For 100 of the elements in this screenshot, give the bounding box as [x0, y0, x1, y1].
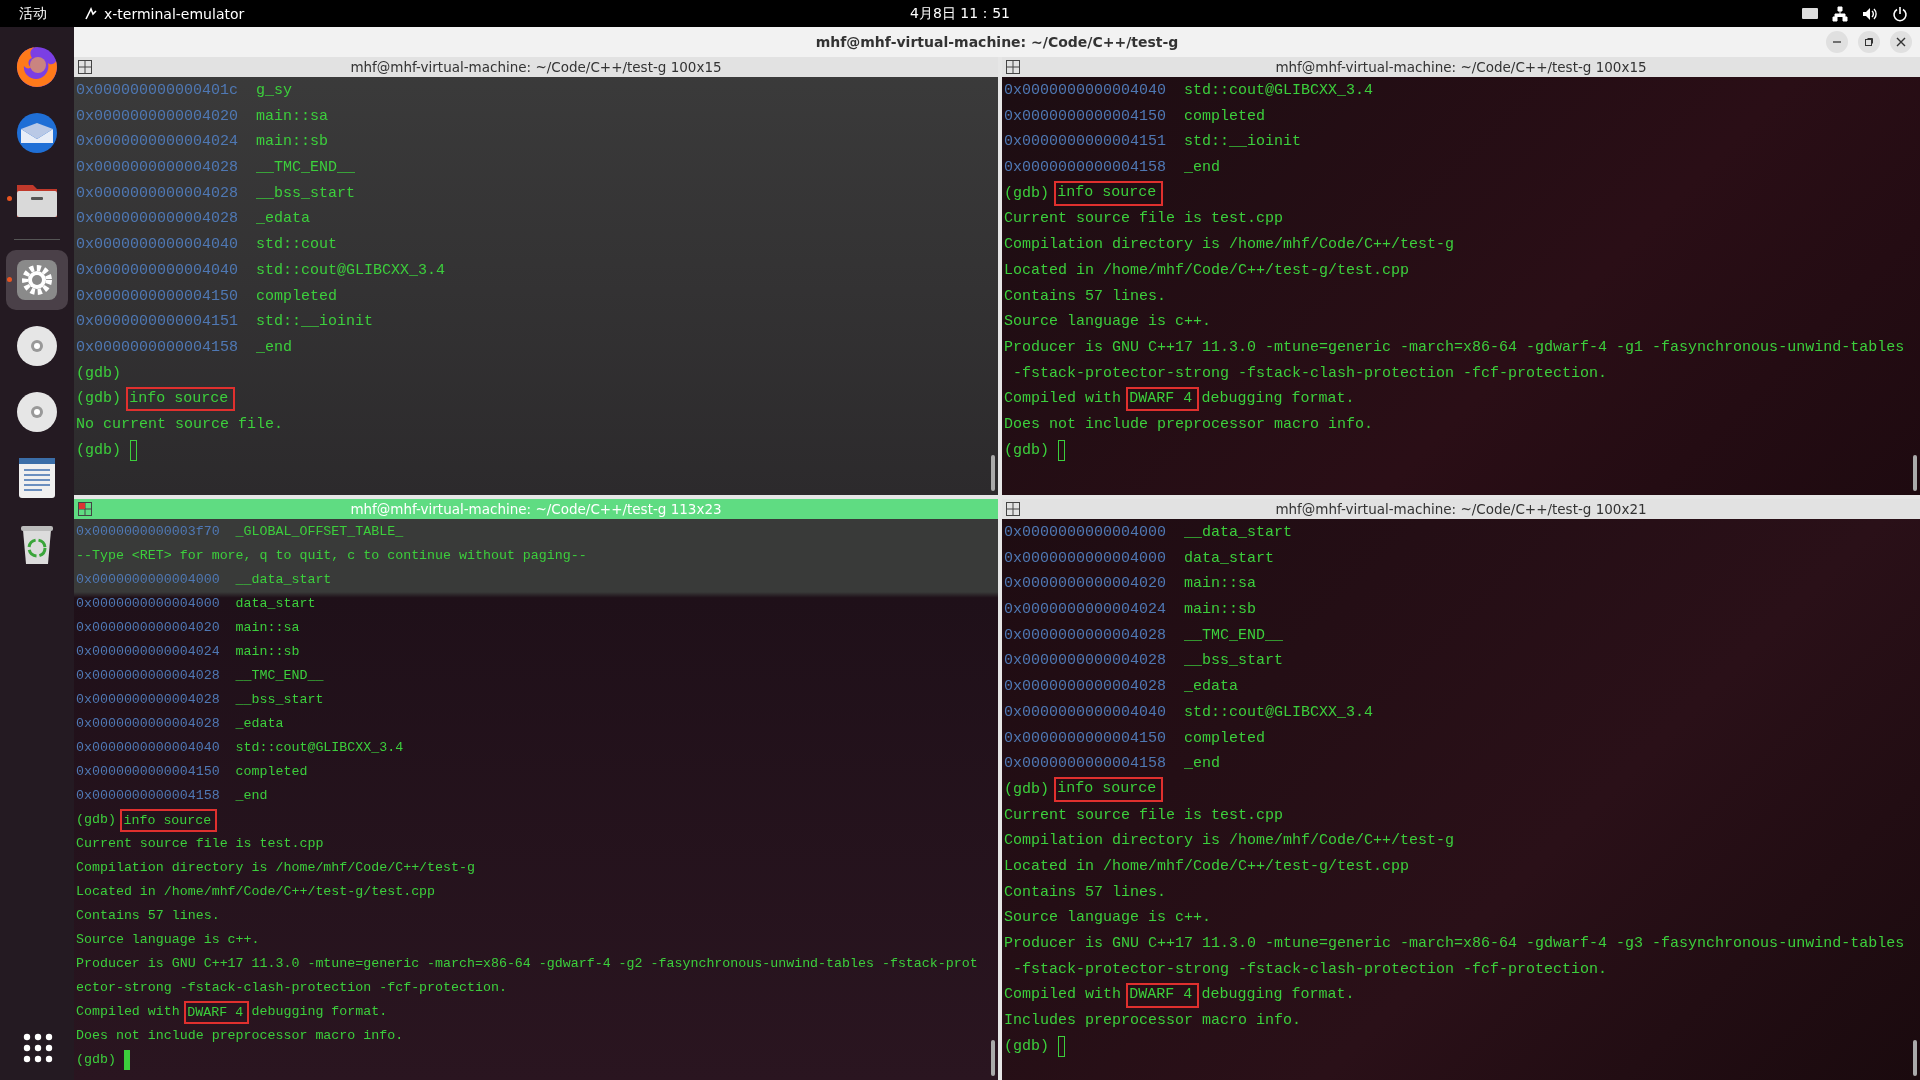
scrollbar-thumb[interactable]: [1913, 455, 1917, 491]
terminal-text: Producer is GNU C++17 11.3.0 -mtune=generic -march=x86-64 -gdwarf-4 -g1 -fasynchronous-unwind-tables: [1004, 337, 1905, 358]
symbol-name: completed: [235, 763, 308, 781]
symbol-name: __TMC_END__: [256, 158, 356, 179]
memory-address: 0x0000000000004024: [1004, 600, 1167, 621]
memory-address: 0x0000000000004028: [76, 209, 239, 230]
memory-address: 0x0000000000004151: [76, 312, 239, 333]
split-pane-icon[interactable]: [78, 60, 92, 74]
memory-address: 0x0000000000004000: [76, 595, 220, 613]
pane-title-bar[interactable]: mhf@mhf-virtual-machine: ~/Code/C++/test-g 100x21: [1002, 499, 1920, 519]
symbol-name: completed: [256, 286, 338, 307]
symbol-name: completed: [1184, 106, 1266, 127]
symbol-name: main::sb: [235, 643, 300, 661]
symbol-name: main::sa: [256, 106, 329, 127]
marked-text: DWARF 4: [1125, 386, 1199, 412]
memory-address: 0x0000000000004028: [1004, 651, 1167, 672]
split-pane-icon[interactable]: [1006, 502, 1020, 516]
symbol-name: _edata: [235, 715, 284, 733]
memory-address: 0x0000000000004000: [1004, 548, 1167, 569]
symbol-name: main::sa: [1184, 574, 1257, 595]
activities-button[interactable]: 活动: [0, 4, 66, 23]
terminal-text: Producer is GNU C++17 11.3.0 -mtune=generic -march=x86-64 -gdwarf-4 -g2 -fasynchronous-unwind-tables -fstack-prot: [76, 955, 978, 973]
terminal-text: Does not include preprocessor macro info.: [76, 1027, 404, 1045]
terminal-text: Located in /home/mhf/Code/C++/test-g/test.cpp: [1004, 260, 1410, 281]
terminal-text: (gdb): [1004, 779, 1049, 800]
marked-text: info source: [125, 386, 235, 412]
symbol-name: std::cout@GLIBCXX_3.4: [1184, 702, 1374, 723]
pane-title-bar[interactable]: mhf@mhf-virtual-machine: ~/Code/C++/test-g 100x15: [74, 57, 998, 77]
memory-address: 0x0000000000004028: [76, 715, 220, 733]
marked-text: info source: [1053, 181, 1163, 206]
terminal-text: debugging format.: [1201, 985, 1355, 1006]
memory-address: 0x0000000000004150: [1004, 106, 1167, 127]
terminal-text: (gdb): [1004, 1036, 1049, 1057]
memory-address: 0x0000000000004040: [76, 235, 239, 256]
terminal-text: Current source file is test.cpp: [1004, 209, 1284, 230]
terminal-text: debugging format.: [251, 1003, 388, 1021]
terminal-text: Current source file is test.cpp: [76, 835, 324, 853]
symbol-name: std::__ioinit: [1184, 132, 1302, 153]
clock[interactable]: 4月8日 11：51: [910, 4, 1010, 23]
symbol-name: _end: [256, 337, 293, 358]
memory-address: 0x0000000000004028: [76, 691, 220, 709]
maximize-button[interactable]: [1858, 31, 1880, 53]
close-icon: [1896, 37, 1906, 47]
close-button[interactable]: [1890, 31, 1912, 53]
symbol-name: data_start: [235, 595, 316, 613]
app-grid-icon[interactable]: [22, 1032, 54, 1064]
pane-title-bar[interactable]: mhf@mhf-virtual-machine: ~/Code/C++/test-g 100x15: [1002, 57, 1920, 77]
symbol-name: data_start: [1184, 548, 1275, 569]
terminal-text: Contains 57 lines.: [1004, 286, 1167, 307]
pane-title: mhf@mhf-virtual-machine: ~/Code/C++/test-g 100x21: [1275, 501, 1647, 517]
terminal-text: Compiled with: [1004, 985, 1122, 1006]
symbol-name: g_sy: [256, 81, 293, 101]
terminal-text: (gdb): [76, 811, 116, 829]
terminal-text: -fstack-protector-strong -fstack-clash-protection -fcf-protection.: [1012, 363, 1608, 384]
memory-address: 0x000000000000401c: [76, 81, 239, 101]
dock-item[interactable]: [6, 250, 68, 310]
scrollbar-thumb[interactable]: [1913, 1040, 1917, 1076]
terminal-text: No current source file.: [76, 414, 284, 435]
terminal-text: Source language is c++.: [76, 931, 260, 949]
restore-icon: [1864, 37, 1874, 47]
symbol-name: _GLOBAL_OFFSET_TABLE_: [235, 523, 404, 541]
symbol-name: _end: [1184, 754, 1221, 775]
memory-address: 0x0000000000004158: [1004, 158, 1167, 179]
symbol-name: __bss_start: [256, 183, 356, 204]
symbol-name: _edata: [1184, 677, 1239, 698]
terminal-text: Current source file is test.cpp: [1004, 805, 1284, 826]
terminal-text: Located in /home/mhf/Code/C++/test-g/test.cpp: [76, 883, 436, 901]
power-icon[interactable]: [1892, 5, 1908, 22]
memory-address: 0x0000000000004040: [76, 739, 220, 757]
terminal-text: Source language is c++.: [1004, 908, 1212, 929]
network-icon[interactable]: [1832, 5, 1848, 22]
memory-address: 0x0000000000004040: [76, 260, 239, 281]
scrollbar-thumb[interactable]: [991, 455, 995, 491]
terminal-text: Contains 57 lines.: [76, 907, 220, 925]
terminal-text: Compilation directory is /home/mhf/Code/C++/test-g: [76, 859, 475, 877]
memory-address: 0x0000000000004040: [1004, 702, 1167, 723]
terminal-text: (gdb): [1004, 440, 1049, 461]
memory-address: 0x0000000000004150: [76, 763, 220, 781]
terminal-text: --Type <RET> for more, q to quit, c to continue without paging--: [76, 547, 587, 565]
symbol-name: std::__ioinit: [256, 312, 374, 333]
window-title: mhf@mhf-virtual-machine: ~/Code/C++/test-g: [815, 34, 1179, 50]
memory-address: 0x0000000000004000: [1004, 523, 1167, 543]
marked-text: info source: [119, 808, 218, 832]
terminal-app-icon: [84, 6, 98, 21]
terminal-text: Does not include preprocessor macro info.: [1004, 414, 1374, 435]
terminal-text: Compilation directory is /home/mhf/Code/C++/test-g: [1004, 235, 1455, 256]
symbol-name: __data_start: [235, 571, 332, 589]
memory-address: 0x0000000000004020: [76, 619, 220, 637]
scrollbar-thumb[interactable]: [991, 1040, 995, 1076]
app-menu[interactable]: x-terminal-emulator: [84, 5, 245, 22]
symbol-name: std::cout@GLIBCXX_3.4: [256, 260, 446, 281]
pane-title: mhf@mhf-virtual-machine: ~/Code/C++/test-g 100x15: [1275, 59, 1647, 75]
split-pane-icon[interactable]: [78, 502, 92, 516]
split-pane-icon[interactable]: [1006, 60, 1020, 74]
symbol-name: __TMC_END__: [235, 667, 324, 685]
pane-title: mhf@mhf-virtual-machine: ~/Code/C++/test-g 100x15: [350, 59, 722, 75]
minimize-button[interactable]: [1826, 31, 1848, 53]
minimize-icon: [1832, 41, 1842, 43]
terminal-text: Compiled with: [76, 1003, 180, 1021]
pane-title: mhf@mhf-virtual-machine: ~/Code/C++/test-g 113x23: [350, 501, 722, 517]
